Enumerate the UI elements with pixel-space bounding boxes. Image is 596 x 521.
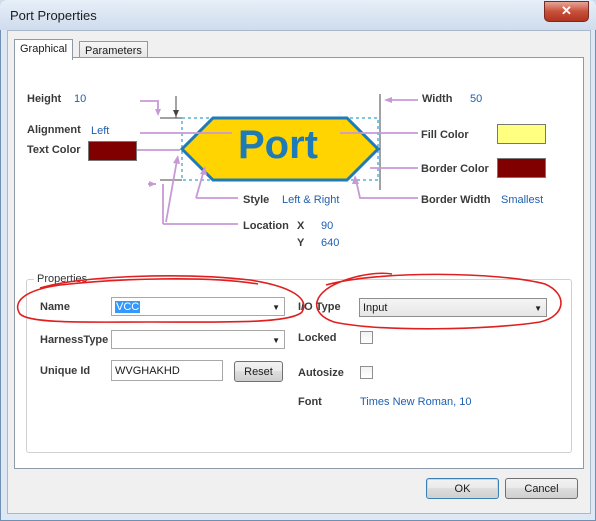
cancel-button[interactable]: Cancel: [505, 478, 578, 499]
ok-button[interactable]: OK: [426, 478, 499, 499]
tab-graphical[interactable]: Graphical: [14, 39, 74, 60]
red-annotation-marks: [16, 272, 562, 330]
